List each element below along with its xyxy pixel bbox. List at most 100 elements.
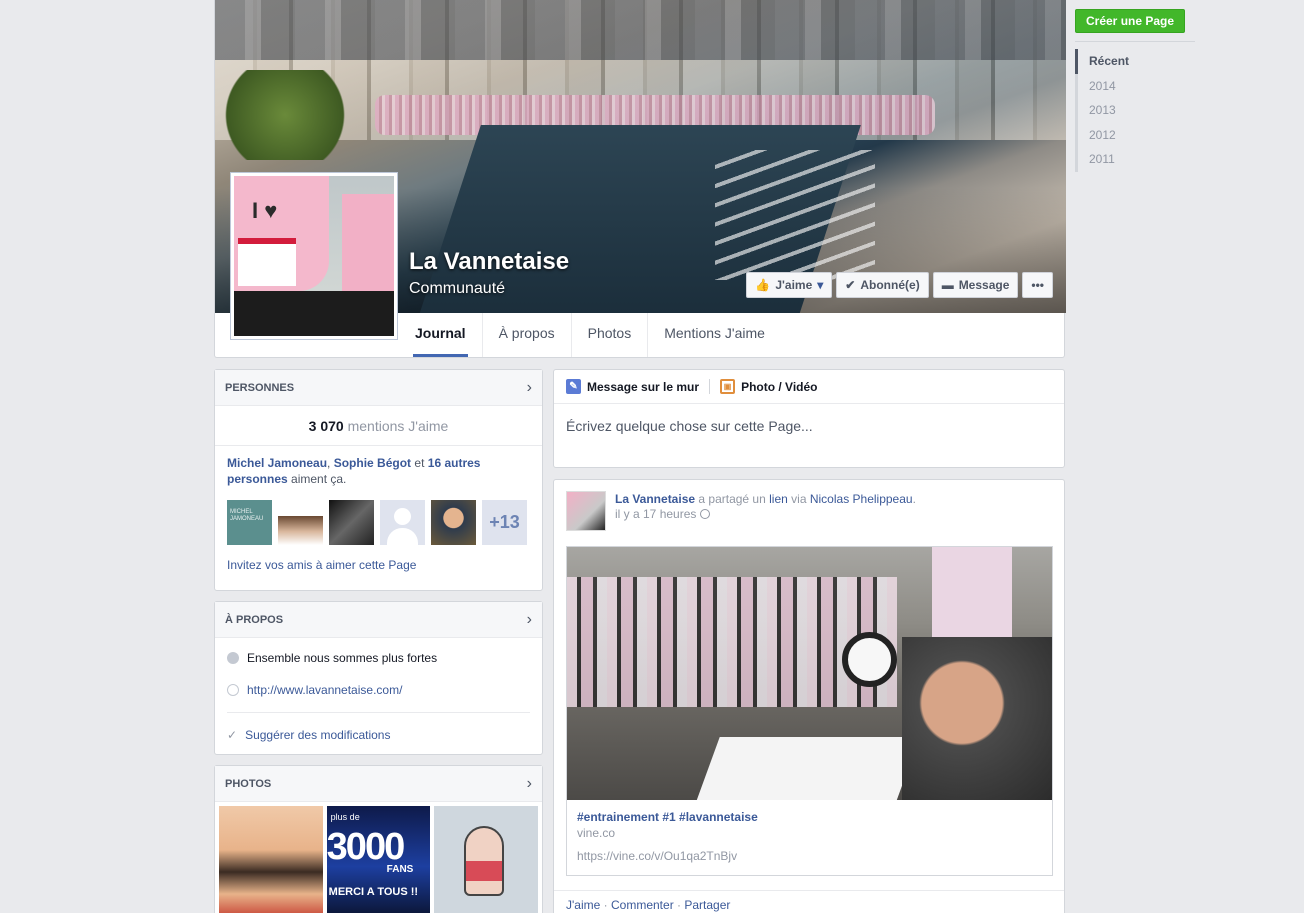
- avatar[interactable]: [431, 500, 476, 545]
- page-category[interactable]: Communauté: [409, 280, 505, 298]
- tab-wall-post-label: Message sur le mur: [587, 379, 700, 394]
- photo-grid: plus de 3000 FANS MERCI A TOUS !!: [215, 802, 542, 913]
- about-header[interactable]: À PROPOS ›: [215, 602, 542, 638]
- info-icon: [227, 652, 239, 664]
- post-time-text: il y a 17 heures: [615, 507, 697, 521]
- globe-icon: [227, 684, 239, 696]
- tab-likes[interactable]: Mentions J'aime: [648, 313, 781, 357]
- tab-about[interactable]: À propos: [483, 313, 572, 357]
- avatar-placeholder[interactable]: [380, 500, 425, 545]
- more-friends-button[interactable]: +13: [482, 500, 527, 545]
- like-button[interactable]: 👍 J'aime ▾: [746, 272, 833, 298]
- cover-tree: [215, 70, 355, 160]
- cover-actions: 👍 J'aime ▾ ✔ Abonné(e) ▬ Message •••: [746, 272, 1053, 298]
- suggest-edits-link[interactable]: Suggérer des modifications: [245, 728, 390, 742]
- profile-picture[interactable]: I ♥: [230, 172, 398, 340]
- description-text: Ensemble nous sommes plus fortes: [247, 651, 438, 665]
- about-website: http://www.lavannetaise.com/: [215, 674, 542, 706]
- video-preview[interactable]: [567, 547, 1052, 800]
- message-button[interactable]: ▬ Message: [932, 272, 1019, 298]
- composer-tabs: ✎ Message sur le mur ▣ Photo / Vidéo: [554, 370, 1064, 404]
- profile-legs: [234, 291, 394, 336]
- friend-avatars: MICHEL JAMONEAU +13: [215, 487, 542, 545]
- video-banner: [932, 547, 1012, 637]
- tab-photos[interactable]: Photos: [572, 313, 649, 357]
- runner-skirt: [466, 861, 503, 881]
- like-label: J'aime: [775, 278, 813, 292]
- via-text: via: [791, 492, 807, 506]
- link-title[interactable]: #entrainement #1 #lavannetaise: [577, 810, 1042, 824]
- tab-photo-video[interactable]: ▣ Photo / Vidéo: [709, 379, 827, 394]
- tab-wall-post[interactable]: ✎ Message sur le mur: [566, 379, 709, 394]
- friend-link[interactable]: Sophie Bégot: [334, 456, 411, 470]
- timeline-2013[interactable]: 2013: [1075, 98, 1195, 123]
- likes-number: 3 070: [308, 418, 344, 434]
- like-action[interactable]: J'aime: [566, 898, 600, 912]
- photo-thumbnail[interactable]: [434, 806, 539, 913]
- page-name[interactable]: La Vannetaise: [409, 248, 569, 276]
- separator: ,: [327, 456, 331, 470]
- and-text: et: [414, 456, 425, 470]
- avatar[interactable]: MICHEL JAMONEAU: [227, 500, 272, 545]
- tab-journal[interactable]: Journal: [399, 313, 483, 357]
- invite-friends-link[interactable]: Invitez vos amis à aimer cette Page: [215, 545, 542, 572]
- post-author-avatar[interactable]: [566, 491, 606, 531]
- photos-card: PHOTOS › plus de 3000 FANS MERCI A TOUS …: [214, 765, 543, 913]
- cover-roofs: [215, 0, 1066, 60]
- link-domain: vine.co: [577, 826, 616, 840]
- photos-title: PHOTOS: [225, 777, 272, 790]
- likes-count: 3 070 mentions J'aime: [215, 406, 542, 446]
- post-author[interactable]: La Vannetaise: [615, 492, 695, 506]
- photo-text: FANS: [386, 864, 414, 875]
- avatar[interactable]: [278, 500, 323, 545]
- divider: [227, 712, 530, 713]
- page-header: La Vannetaise Communauté 👍 J'aime ▾ ✔ Ab…: [214, 0, 1066, 358]
- photo-thumbnail[interactable]: plus de 3000 FANS MERCI A TOUS !!: [326, 806, 431, 913]
- link-url[interactable]: https://vine.co/v/Ou1qa2TnBjv: [577, 849, 1042, 863]
- people-header[interactable]: PERSONNES ›: [215, 370, 542, 406]
- chevron-right-icon: ›: [526, 610, 532, 628]
- shared-text: a partagé un: [698, 492, 766, 506]
- more-button[interactable]: •••: [1022, 272, 1053, 298]
- timeline-nav: Récent 2014 2013 2012 2011: [1075, 49, 1195, 172]
- megaphone-icon: [842, 632, 897, 687]
- separator: ·: [677, 898, 682, 912]
- composer-card: ✎ Message sur le mur ▣ Photo / Vidéo Écr…: [553, 369, 1065, 468]
- people-title: PERSONNES: [225, 381, 295, 394]
- about-title: À PROPOS: [225, 613, 284, 626]
- check-icon: ✓: [227, 728, 238, 742]
- via-link[interactable]: Nicolas Phelippeau: [810, 492, 913, 506]
- comment-action[interactable]: Commenter: [611, 898, 674, 912]
- photo-text: plus de: [330, 812, 360, 822]
- pencil-icon: ✎: [566, 379, 581, 394]
- composer-input[interactable]: Écrivez quelque chose sur cette Page...: [554, 404, 1064, 448]
- message-label: Message: [958, 278, 1010, 292]
- photo-thumbnail[interactable]: [219, 806, 323, 913]
- photos-header[interactable]: PHOTOS ›: [215, 766, 542, 802]
- globe-icon: [700, 509, 711, 519]
- profile-heart-logo: I ♥: [252, 198, 278, 223]
- thumbs-up-icon: 👍: [755, 278, 771, 292]
- video-table: [694, 737, 920, 800]
- rail-divider: [1075, 41, 1195, 42]
- like-suffix: aiment ça.: [291, 472, 347, 486]
- share-action[interactable]: Partager: [684, 898, 730, 912]
- shared-link-box[interactable]: #entrainement #1 #lavannetaise vine.co h…: [566, 546, 1053, 876]
- check-icon: ✔: [845, 278, 856, 292]
- timeline-2012[interactable]: 2012: [1075, 122, 1195, 147]
- caret-down-icon: ▾: [817, 278, 824, 292]
- friend-link[interactable]: Michel Jamoneau: [227, 456, 327, 470]
- lien-link[interactable]: lien: [769, 492, 788, 506]
- avatar[interactable]: [329, 500, 374, 545]
- website-link[interactable]: http://www.lavannetaise.com/: [247, 683, 402, 697]
- subscribed-button[interactable]: ✔ Abonné(e): [836, 272, 929, 298]
- period: .: [912, 492, 916, 506]
- timeline-2011[interactable]: 2011: [1075, 147, 1195, 172]
- speech-bubble-icon: ▬: [941, 278, 954, 292]
- post-timestamp[interactable]: il y a 17 heures: [615, 507, 916, 521]
- likes-label: mentions J'aime: [347, 418, 449, 434]
- timeline-2014[interactable]: 2014: [1075, 73, 1195, 98]
- timeline-recent[interactable]: Récent: [1075, 49, 1195, 74]
- create-page-button[interactable]: Créer une Page: [1075, 9, 1186, 33]
- post-header: La Vannetaise a partagé un lien via Nico…: [554, 480, 1064, 531]
